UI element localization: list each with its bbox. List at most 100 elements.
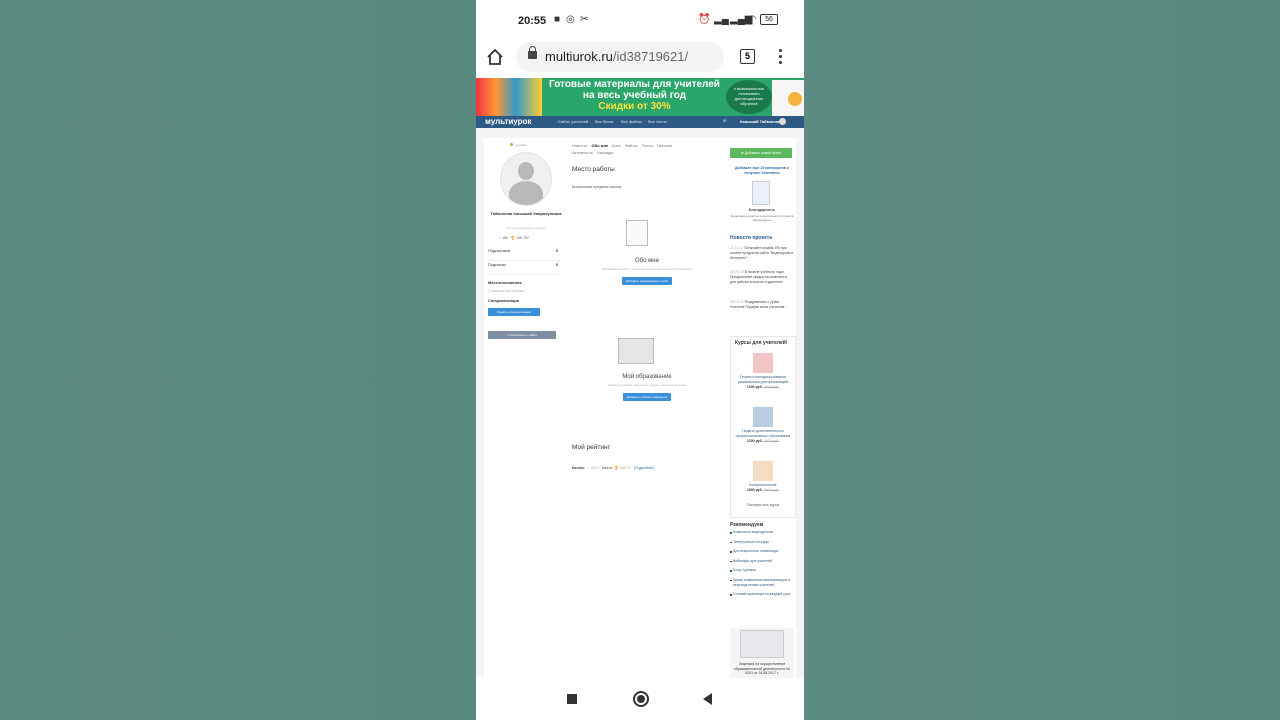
tab-gallery[interactable]: Галерея xyxy=(657,143,672,148)
rating-points-label: Баллы: xyxy=(572,466,586,470)
banner-books-image xyxy=(476,78,542,116)
ad-banner[interactable]: Готовые материалы для учителей на весь уч… xyxy=(476,78,804,116)
banner-badge: с возможностью оплачивать дистанционное … xyxy=(726,80,772,114)
subscribers-count: 0 xyxy=(555,248,558,253)
trophy-small-icon: 🏆 xyxy=(614,466,619,470)
nav-username[interactable]: Канышай Таймонова xyxy=(740,119,782,124)
nav-link-blogs[interactable]: Все блоги xyxy=(595,119,613,124)
recommend-item[interactable]: Блоц-турниры xyxy=(730,568,794,573)
back-button[interactable] xyxy=(703,693,712,705)
site-navbar: мультиурок Сайты учителей Все блоги Все … xyxy=(476,116,804,128)
spec-button[interactable]: Укажите специализацию xyxy=(488,308,540,316)
signal-icon: ▂▄ xyxy=(714,14,729,25)
share-label: Рассказать о сайте xyxy=(510,333,538,337)
tab-files[interactable]: Файлы xyxy=(625,143,638,148)
all-courses-link[interactable]: Смотреть все курсы xyxy=(731,503,795,508)
tab-news[interactable]: Новости xyxy=(572,143,587,148)
home-icon[interactable] xyxy=(486,48,504,66)
education-desc: Укажите учебные заведения и курсы, оконч… xyxy=(608,383,686,387)
subscriptions-row[interactable]: Подписки 0 xyxy=(488,262,560,275)
url-path: /id38719621/ xyxy=(612,49,689,64)
banner-line2: на весь учебный год xyxy=(582,90,687,101)
license-block[interactable]: Лицензия на осуществление образовательно… xyxy=(730,628,794,678)
course-price-value: 1800 руб. xyxy=(746,488,763,492)
nav-link-sites[interactable]: Сайты учителей xyxy=(558,119,588,124)
add-education-button[interactable]: Добавить учебное заведение xyxy=(622,393,672,401)
recommend-item[interactable]: Дистанционные олимпиады xyxy=(730,549,794,554)
promo-cert-desc: За активное участие в деятельности проек… xyxy=(730,214,794,222)
course-old-price: 4000 руб. xyxy=(763,385,780,389)
about-desc: Расскажите о себе, о своих интересах, ка… xyxy=(601,267,693,271)
subscribers-row[interactable]: Подписчики 0 xyxy=(488,248,560,261)
tab-switcher-button[interactable]: 5 xyxy=(740,49,755,64)
share-button[interactable]: ⋖ Рассказать о сайте xyxy=(488,331,556,339)
subscriptions-label: Подписки xyxy=(488,262,506,267)
course-price-value: 1200 руб. xyxy=(746,385,763,389)
recommend-item[interactable]: Вебинары для учителей xyxy=(730,559,794,564)
nav-avatar[interactable] xyxy=(779,118,786,125)
course-title: Теория и методика развития дошкольника д… xyxy=(738,375,788,384)
battery-icon: 56 xyxy=(760,14,778,25)
rating-more-link[interactable]: (Подробнее) xyxy=(634,466,654,470)
alarm-icon: ⏰ xyxy=(698,14,711,25)
points-icon: ☆ xyxy=(498,236,502,240)
address-bar[interactable]: multiurok.ru/id38719621/ xyxy=(516,42,724,72)
profile-stats: ☆ 150 🏆 136 787 xyxy=(498,236,529,240)
phone-screen: 20:55 ■ ◎ ✂ ⏰ ▂▄ ▂▄▆ ◠ 56 multiurok.ru/i… xyxy=(476,0,804,720)
course-image xyxy=(753,461,773,481)
rating-place-label: Место: xyxy=(601,466,614,470)
education-title: Мой образование xyxy=(622,374,672,380)
recommend-item[interactable]: Электронные тетради xyxy=(730,540,794,545)
profile-avatar[interactable] xyxy=(500,152,552,206)
url-text: multiurok.ru/id38719621/ xyxy=(545,49,688,64)
recommend-item[interactable]: Курсы повышения квалификации и переподго… xyxy=(730,578,794,588)
profile-role: Учитель начальных классов xyxy=(506,226,546,230)
news-item[interactable]: 06.09.22 В начале учебного года! Праздни… xyxy=(730,270,794,285)
education-block: Мой образование Укажите учебные заведени… xyxy=(572,374,722,401)
tab-activity[interactable]: Активность xyxy=(572,150,593,155)
course-image xyxy=(753,407,773,427)
profile-points: 150 xyxy=(502,236,508,240)
site-logo[interactable]: мультиурок xyxy=(485,117,531,126)
news-date: 05.10.22 xyxy=(730,300,744,304)
add-file-label: Добавить новый файл xyxy=(744,151,782,155)
plus-icon: ⊕ xyxy=(740,151,744,155)
recommend-list: Комплекты видеоуроков Электронные тетрад… xyxy=(730,530,794,602)
course-title: Педагог дополнительного профессиональног… xyxy=(735,429,791,438)
tab-awards[interactable]: Награды xyxy=(597,150,613,155)
profile-card: на сайте Таймонова Канышай Умарахуновна … xyxy=(484,138,796,678)
kebab-menu-icon[interactable] xyxy=(779,49,783,67)
course-item[interactable]: Конфликтология 1800 руб. 6000 руб. xyxy=(731,461,795,493)
home-button[interactable] xyxy=(633,691,649,707)
course-item[interactable]: Теория и методика развития дошкольника д… xyxy=(731,353,795,390)
about-block: Обо мне Расскажите о себе, о своих интер… xyxy=(572,258,722,285)
nav-link-files[interactable]: Все файлы xyxy=(621,119,642,124)
tab-tests[interactable]: Тесты xyxy=(642,143,653,148)
certificate-image[interactable] xyxy=(752,181,770,205)
tab-about[interactable]: Обо мне xyxy=(591,143,608,148)
scissors-icon: ✂ xyxy=(580,14,589,25)
add-file-button[interactable]: ⊕ Добавить новый файл xyxy=(730,148,792,158)
course-item[interactable]: Педагог дополнительного профессиональног… xyxy=(731,407,795,444)
recent-apps-button[interactable] xyxy=(567,694,577,704)
mail-icon[interactable]: ✉ xyxy=(723,118,726,123)
news-item[interactable]: 05.10.22 Поздравляем с Днём Учителя! Под… xyxy=(730,300,794,310)
location-label: Местоположение xyxy=(488,280,522,285)
star-icon: ☆ xyxy=(586,466,590,470)
course-old-price: 6000 руб. xyxy=(763,488,780,492)
online-status: на сайте xyxy=(510,143,527,147)
course-price-value: 1200 руб. xyxy=(746,439,763,443)
profile-tabs: Новости Обо мне Блог Файлы Тесты Галерея Актив… xyxy=(572,142,702,156)
recommend-item[interactable]: Комплекты видеоуроков xyxy=(730,530,794,535)
tab-blog[interactable]: Блог xyxy=(612,143,621,148)
lock-icon xyxy=(528,46,537,59)
recommend-item[interactable]: Готовый практикум на каждый урок xyxy=(730,592,794,597)
wifi-icon: ◠ xyxy=(748,14,757,25)
add-about-button[interactable]: Добавить информацию о себе xyxy=(621,277,673,285)
news-item[interactable]: 11.11.22 Получайте кэшбэк 5% при оплате … xyxy=(730,246,794,261)
rating-points: 150.0 xyxy=(590,466,599,470)
news-heading: Новости проекта xyxy=(730,235,772,241)
camera-icon: ■ xyxy=(554,14,561,25)
work-value: Манкоская средняя школа xyxy=(572,184,622,189)
nav-link-tests[interactable]: Все тесты xyxy=(648,119,667,124)
